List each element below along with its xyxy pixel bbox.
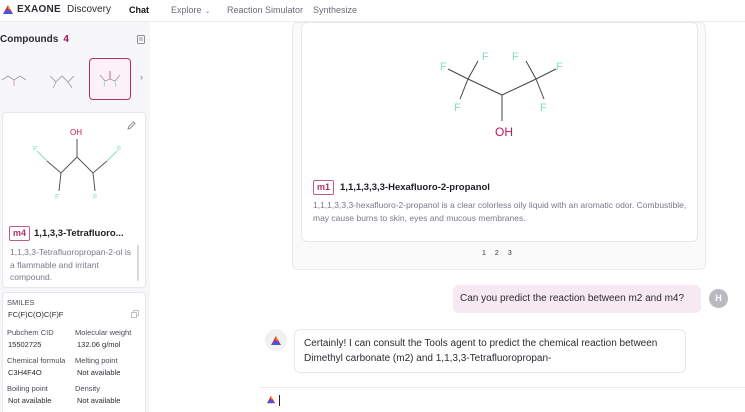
exaone-logo-icon: [266, 395, 276, 404]
result-tag: m1: [313, 180, 335, 195]
chat-input-bar: [260, 387, 745, 412]
oh-label: OH: [495, 125, 513, 139]
f-label: F: [93, 194, 97, 201]
result-description: 1,1,1,3,3,3-hexafluoro-2-propanol is a c…: [313, 200, 687, 223]
f-label: F: [440, 61, 447, 73]
page-3[interactable]: 3: [508, 250, 512, 257]
molecule-structure-m4: OH F F F F: [33, 128, 121, 201]
f-label: F: [540, 102, 547, 114]
f-label: F: [33, 146, 37, 153]
card-scrollbar[interactable]: [137, 245, 139, 281]
mw-label: Molecular weight: [75, 328, 132, 337]
molecule-structure-m1: F F F F F F OH: [440, 51, 563, 139]
compounds-panel: Compounds 4 › OH F F F F m4 1,1,3,3-Tetr…: [0, 22, 150, 412]
compound-thumb-2[interactable]: [44, 58, 86, 100]
f-label: F: [55, 194, 59, 201]
result-title: 1,1,1,3,3,3-Hexafluoro-2-propanol: [340, 182, 490, 193]
result-title-row: m1 1,1,1,3,3,3-Hexafluoro-2-propanol: [313, 180, 490, 195]
assistant-avatar: [265, 329, 287, 351]
bp-value: Not available: [8, 396, 52, 405]
f-label: F: [117, 146, 121, 153]
chevron-right-icon[interactable]: ›: [140, 72, 143, 82]
assistant-message: Certainly! I can consult the Tools agent…: [294, 329, 686, 373]
mp-label: Melting point: [75, 356, 118, 365]
pubchem-value: 15502725: [8, 340, 42, 349]
density-label: Density: [75, 384, 101, 393]
nav-synthesize[interactable]: Synthesize: [313, 5, 357, 15]
exaone-logo-icon: [271, 335, 281, 345]
chevron-down-icon: ⌄: [204, 8, 211, 15]
formula-label: Chemical formula: [7, 356, 66, 365]
compounds-count: 4: [63, 34, 69, 45]
compound-title: 1,1,3,3-Tetrafluoro...: [34, 228, 124, 239]
f-label: F: [454, 102, 461, 114]
oh-label: OH: [70, 128, 82, 137]
user-avatar[interactable]: H: [709, 289, 728, 308]
molecule-thumb-1: [1, 75, 27, 86]
brand-logo[interactable]: EXAONE Discovery: [2, 4, 111, 15]
pubchem-label: Pubchem CID: [7, 328, 54, 337]
density-value: Not available: [77, 396, 121, 405]
f-label: F: [482, 51, 489, 63]
nav-explore[interactable]: Explore ⌄: [171, 5, 210, 15]
mp-value: Not available: [77, 368, 121, 377]
compound-properties: SMILES FC(F)C(O)C(F)F Pubchem CID 155027…: [2, 292, 146, 412]
compound-description: 1,1,3,3-Tetrafluoropropan-2-ol is a flam…: [10, 247, 131, 282]
compound-tag: m4: [9, 226, 31, 241]
nav-chat[interactable]: Chat: [129, 5, 149, 15]
page-2[interactable]: 2: [495, 250, 499, 257]
f-label: F: [512, 51, 519, 63]
compound-result-card[interactable]: F F F F F F OH m1 1,1,1,3,3,3-Hexafluoro…: [301, 22, 698, 242]
selected-compound-card[interactable]: OH F F F F m4 1,1,3,3-Tetrafluoro... 1,1…: [2, 112, 146, 288]
mw-value: 132.06 g/mol: [77, 340, 121, 349]
exaone-logo-icon: [3, 5, 13, 14]
result-pagination: 1 2 3: [482, 250, 512, 257]
compound-thumbnails: ›: [0, 58, 150, 100]
f-label: F: [556, 61, 563, 73]
document-icon[interactable]: [137, 35, 145, 44]
compound-thumb-1[interactable]: [0, 58, 42, 100]
compound-title-row: m4 1,1,3,3-Tetrafluoro...: [9, 226, 124, 241]
nav-reaction-simulator[interactable]: Reaction Simulator: [227, 5, 303, 15]
copy-icon[interactable]: [131, 310, 139, 318]
top-nav-bar: EXAONE Discovery Chat Explore ⌄ Reaction …: [0, 0, 745, 22]
formula-value: C3H4F4O: [8, 368, 42, 377]
compounds-heading: Compounds 4: [0, 34, 69, 45]
brand-name: EXAONE: [17, 4, 62, 15]
compounds-heading-label: Compounds: [0, 34, 59, 45]
nav-explore-label: Explore: [171, 5, 202, 15]
chat-input[interactable]: [280, 392, 720, 408]
bp-label: Boiling point: [7, 384, 48, 393]
brand-sub: Discovery: [67, 4, 111, 15]
smiles-value: FC(F)C(O)C(F)F: [8, 310, 64, 319]
smiles-label: SMILES: [7, 298, 35, 307]
molecule-thumb-3: [99, 71, 121, 88]
molecule-thumb-2: [49, 75, 75, 89]
user-message: Can you predict the reaction between m2 …: [453, 285, 701, 313]
page-1[interactable]: 1: [482, 250, 486, 257]
compound-thumb-3[interactable]: [89, 58, 131, 100]
